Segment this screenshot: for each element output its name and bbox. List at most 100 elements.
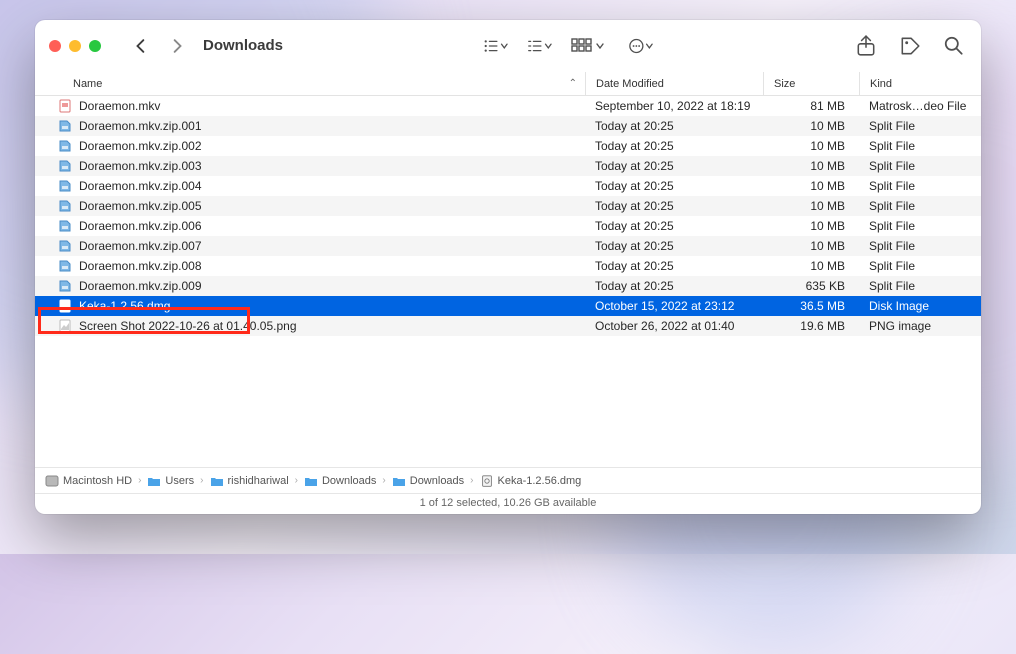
file-list[interactable]: Doraemon.mkv September 10, 2022 at 18:198… <box>35 96 981 467</box>
file-icon <box>57 118 73 134</box>
file-modified: Today at 20:25 <box>585 239 763 253</box>
path-item[interactable]: rishidhariwal <box>210 474 289 488</box>
path-bar[interactable]: Macintosh HD › Users › rishidhariwal › Downloa… <box>35 467 981 493</box>
file-modified: September 10, 2022 at 18:19 <box>585 99 763 113</box>
file-icon <box>57 98 73 114</box>
path-item-label: Downloads <box>322 475 376 487</box>
file-icon <box>57 318 73 334</box>
file-icon <box>57 158 73 174</box>
view-list-icon[interactable] <box>526 35 552 57</box>
file-size: 10 MB <box>763 259 859 273</box>
col-header-name-label: Name <box>73 78 102 90</box>
back-button[interactable] <box>127 34 155 58</box>
file-kind: Split File <box>859 199 981 213</box>
file-row[interactable]: Doraemon.mkv.zip.001 Today at 20:2510 MBS… <box>35 116 981 136</box>
path-item-icon <box>304 474 318 488</box>
path-item-icon <box>392 474 406 488</box>
zoom-button[interactable] <box>89 40 101 52</box>
file-kind: Disk Image <box>859 299 981 313</box>
file-kind: Split File <box>859 219 981 233</box>
file-size: 635 KB <box>763 279 859 293</box>
file-size: 10 MB <box>763 119 859 133</box>
forward-button[interactable] <box>163 34 191 58</box>
path-item[interactable]: Downloads <box>304 474 376 488</box>
file-icon <box>57 258 73 274</box>
path-item[interactable]: Users <box>147 474 194 488</box>
file-size: 10 MB <box>763 239 859 253</box>
finder-window: Downloads <box>35 20 981 514</box>
action-menu-icon[interactable] <box>628 35 654 57</box>
file-icon <box>57 298 73 314</box>
close-button[interactable] <box>49 40 61 52</box>
col-header-kind[interactable]: Kind <box>859 72 981 95</box>
path-item-label: rishidhariwal <box>228 475 289 487</box>
file-icon <box>57 278 73 294</box>
file-row[interactable]: Doraemon.mkv.zip.003Today at 20:2510 MBS… <box>35 156 981 176</box>
file-modified: October 15, 2022 at 23:12 <box>585 299 763 313</box>
share-icon[interactable] <box>853 35 879 57</box>
file-row[interactable]: Doraemon.mkv.zip.004Today at 20:2510 MBS… <box>35 176 981 196</box>
file-size: 81 MB <box>763 99 859 113</box>
file-kind: PNG image <box>859 319 981 333</box>
chevron-right-icon: › <box>382 475 385 486</box>
file-size: 10 MB <box>763 179 859 193</box>
file-size: 10 MB <box>763 219 859 233</box>
minimize-button[interactable] <box>69 40 81 52</box>
window-title: Downloads <box>203 37 283 54</box>
file-row[interactable]: Doraemon.mkv.zip.005Today at 20:2510 MBS… <box>35 196 981 216</box>
file-name: Doraemon.mkv.zip.003 <box>79 159 202 173</box>
path-item-label: Macintosh HD <box>63 475 132 487</box>
path-item-label: Users <box>165 475 194 487</box>
col-header-size[interactable]: Size <box>763 72 859 95</box>
file-size: 10 MB <box>763 199 859 213</box>
file-row[interactable]: Doraemon.mkv.zip.006Today at 20:2510 MBS… <box>35 216 981 236</box>
file-kind: Split File <box>859 159 981 173</box>
file-modified: Today at 20:25 <box>585 219 763 233</box>
col-header-name[interactable]: Name ⌃ <box>35 78 585 90</box>
file-icon <box>57 198 73 214</box>
file-icon <box>57 218 73 234</box>
file-size: 19.6 MB <box>763 319 859 333</box>
path-item-icon <box>480 474 494 488</box>
sort-asc-icon: ⌃ <box>569 78 577 89</box>
file-modified: Today at 20:25 <box>585 179 763 193</box>
chevron-right-icon: › <box>138 475 141 486</box>
search-icon[interactable] <box>941 35 967 57</box>
file-row[interactable]: Keka-1.2.56.dmg October 15, 2022 at 23:12… <box>35 296 981 316</box>
view-groups-icon[interactable] <box>482 35 508 57</box>
path-item[interactable]: Downloads <box>392 474 464 488</box>
file-kind: Split File <box>859 179 981 193</box>
file-row[interactable]: Doraemon.mkv.zip.008Today at 20:2510 MBS… <box>35 256 981 276</box>
col-header-modified[interactable]: Date Modified <box>585 72 763 95</box>
window-controls <box>49 40 101 52</box>
path-item-label: Downloads <box>410 475 464 487</box>
file-row[interactable]: Screen Shot 2022-10-26 at 01.40.05.pngOc… <box>35 316 981 336</box>
file-modified: Today at 20:25 <box>585 139 763 153</box>
path-item-icon <box>210 474 224 488</box>
path-item[interactable]: Macintosh HD <box>45 474 132 488</box>
file-kind: Split File <box>859 119 981 133</box>
file-name: Doraemon.mkv <box>79 99 160 113</box>
file-kind: Split File <box>859 259 981 273</box>
file-size: 10 MB <box>763 159 859 173</box>
toolbar-icons <box>482 35 654 57</box>
tag-icon[interactable] <box>897 35 923 57</box>
file-name: Doraemon.mkv.zip.001 <box>79 119 202 133</box>
file-name: Doraemon.mkv.zip.005 <box>79 199 202 213</box>
file-name: Keka-1.2.56.dmg <box>79 299 170 313</box>
file-row[interactable]: Doraemon.mkv.zip.007Today at 20:2510 MBS… <box>35 236 981 256</box>
file-name: Doraemon.mkv.zip.007 <box>79 239 202 253</box>
view-options-icon[interactable] <box>570 35 610 57</box>
file-row[interactable]: Doraemon.mkv.zip.002Today at 20:2510 MBS… <box>35 136 981 156</box>
path-item-icon <box>45 474 59 488</box>
file-icon <box>57 178 73 194</box>
file-modified: Today at 20:25 <box>585 119 763 133</box>
chevron-right-icon: › <box>470 475 473 486</box>
toolbar-right <box>853 35 967 57</box>
file-row[interactable]: Doraemon.mkv September 10, 2022 at 18:198… <box>35 96 981 116</box>
file-row[interactable]: Doraemon.mkv.zip.009Today at 20:25635 KB… <box>35 276 981 296</box>
file-modified: Today at 20:25 <box>585 259 763 273</box>
path-item[interactable]: Keka-1.2.56.dmg <box>480 474 582 488</box>
chevron-right-icon: › <box>200 475 203 486</box>
path-item-icon <box>147 474 161 488</box>
